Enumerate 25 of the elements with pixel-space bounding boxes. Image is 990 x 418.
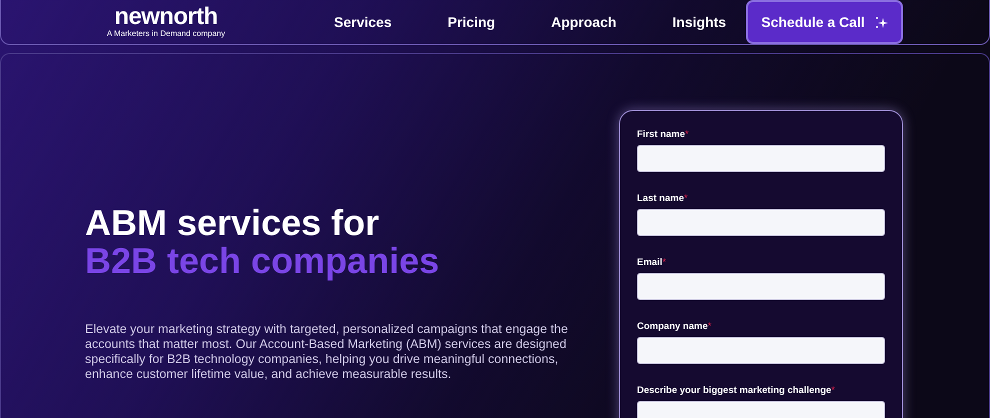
hero-title: ABM services for [85,204,380,242]
nav-link[interactable]: Pricing [448,12,496,32]
field-label: Email [637,257,662,268]
nav-link[interactable]: Insights [672,12,726,32]
input-field[interactable] [637,209,885,236]
input-field[interactable] [637,145,885,172]
nav-link[interactable]: Approach [551,12,616,32]
input-field[interactable] [637,337,885,364]
required-mark: * [685,129,689,140]
schedule-call-button[interactable]: Schedule a Call [746,0,903,44]
field-label: Last name [637,193,684,204]
required-mark: * [684,193,688,204]
input-field[interactable] [637,273,885,300]
hero-description: Elevate your marketing strategy with targeted, personalized campaigns that engage the accounts that matter most. Our Account-Based Marketing (ABM) services are designed specifically for B2B technology companies, helping you drive meaningful connections, enhance customer lifetime value, and achieve measurable results. [85,322,569,382]
logo-tagline: A Marketers in Demand company [106,29,226,39]
nav-link[interactable]: Services [334,12,392,32]
hero-title-highlight: B2B tech companies [85,242,440,280]
logo-wordmark[interactable]: newnorth [114,5,218,29]
required-mark: * [831,385,835,396]
field-label: First name [637,129,686,140]
required-mark: * [708,321,712,332]
field-label: Company name [637,321,708,332]
sparkle-icon [874,16,888,28]
required-mark: * [662,257,666,268]
field-label: Describe your biggest marketing challenge [637,385,832,396]
